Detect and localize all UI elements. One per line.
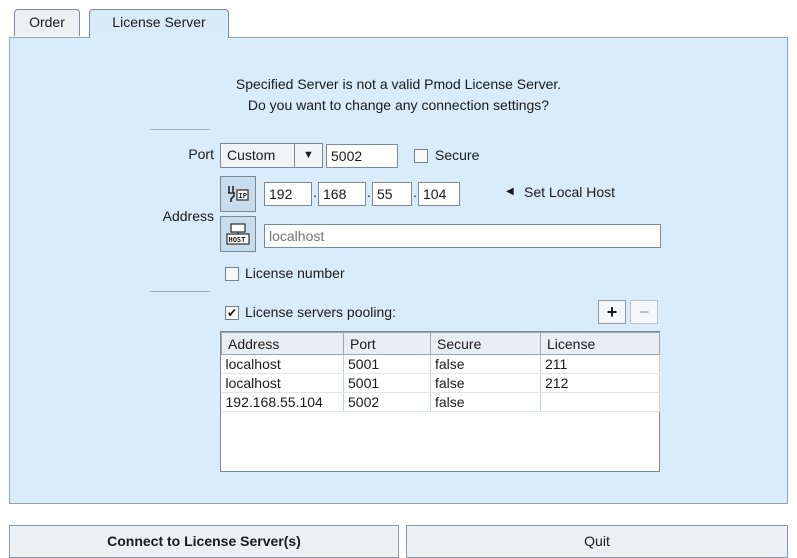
pooling-table[interactable]: Address Port Secure License localhost 50… — [220, 331, 660, 472]
table-cell: 5002 — [343, 392, 431, 412]
quit-button[interactable]: Quit — [406, 525, 788, 558]
table-cell — [540, 392, 660, 412]
ip-address-icon[interactable]: IP — [220, 176, 256, 212]
host-computer-icon: HOST — [226, 223, 250, 245]
table-cell: 5001 — [343, 373, 431, 393]
separator-bottom — [150, 291, 210, 292]
remove-server-button[interactable]: − — [630, 300, 658, 324]
ip-separator: . — [413, 184, 417, 200]
table-cell: false — [430, 354, 541, 374]
svg-text:HOST: HOST — [229, 236, 246, 244]
tab-license-server[interactable]: License Server — [89, 9, 229, 38]
host-input[interactable] — [264, 224, 661, 248]
message-line-2: Do you want to change any connection set… — [247, 97, 550, 113]
ip-octet-3[interactable]: 55 — [372, 182, 412, 206]
table-row[interactable]: localhost 5001 false 212 — [221, 373, 660, 393]
table-row[interactable]: 192.168.55.104 5002 false — [221, 392, 660, 412]
table-cell: false — [430, 392, 541, 412]
secure-label: Secure — [435, 147, 480, 163]
table-cell: false — [430, 373, 541, 393]
arrow-left-icon[interactable]: ◀ — [506, 186, 514, 197]
quit-button-label: Quit — [584, 533, 610, 549]
tab-order[interactable]: Order — [14, 9, 80, 36]
connect-button[interactable]: Connect to License Server(s) — [9, 525, 399, 558]
ip-separator: . — [367, 184, 371, 200]
ip-separator: . — [313, 184, 317, 200]
port-input[interactable]: 5002 — [326, 144, 398, 168]
ip-octet-2[interactable]: 168 — [318, 182, 366, 206]
connect-button-label: Connect to License Server(s) — [107, 533, 301, 549]
table-cell: 5001 — [343, 354, 431, 374]
pooling-label: License servers pooling: — [245, 304, 396, 320]
address-label: Address — [162, 208, 214, 224]
ip-plug-icon: IP — [228, 186, 249, 202]
message-line-1: Specified Server is not a valid Pmod Lic… — [235, 76, 562, 92]
column-header-secure[interactable]: Secure — [430, 332, 541, 355]
secure-checkbox[interactable] — [414, 149, 428, 163]
tab-license-server-label: License Server — [112, 14, 206, 30]
add-server-button[interactable]: + — [598, 300, 626, 324]
host-icon[interactable]: HOST — [220, 216, 256, 252]
set-local-host-link[interactable]: Set Local Host — [524, 184, 615, 200]
column-header-port[interactable]: Port — [343, 332, 431, 355]
license-number-checkbox[interactable] — [225, 267, 239, 281]
table-row[interactable]: localhost 5001 false 211 — [221, 354, 660, 374]
tab-order-label: Order — [29, 14, 65, 30]
pooling-checkbox[interactable]: ✔ — [225, 306, 239, 320]
table-cell: 211 — [540, 354, 660, 374]
chevron-down-icon[interactable]: ▼ — [294, 144, 322, 167]
column-header-license[interactable]: License — [540, 332, 660, 355]
separator-top — [150, 129, 210, 130]
column-header-address[interactable]: Address — [221, 332, 344, 355]
port-label: Port — [188, 146, 214, 162]
port-mode-select[interactable]: Custom ▼ — [220, 143, 323, 168]
table-cell: 192.168.55.104 — [221, 392, 344, 412]
svg-text:IP: IP — [239, 192, 247, 200]
license-number-label: License number — [245, 265, 345, 281]
ip-octet-4[interactable]: 104 — [418, 182, 460, 206]
table-cell: localhost — [221, 373, 344, 393]
ip-octet-1[interactable]: 192 — [264, 182, 312, 206]
port-mode-value: Custom — [227, 147, 276, 163]
table-cell: localhost — [221, 354, 344, 374]
table-cell: 212 — [540, 373, 660, 393]
